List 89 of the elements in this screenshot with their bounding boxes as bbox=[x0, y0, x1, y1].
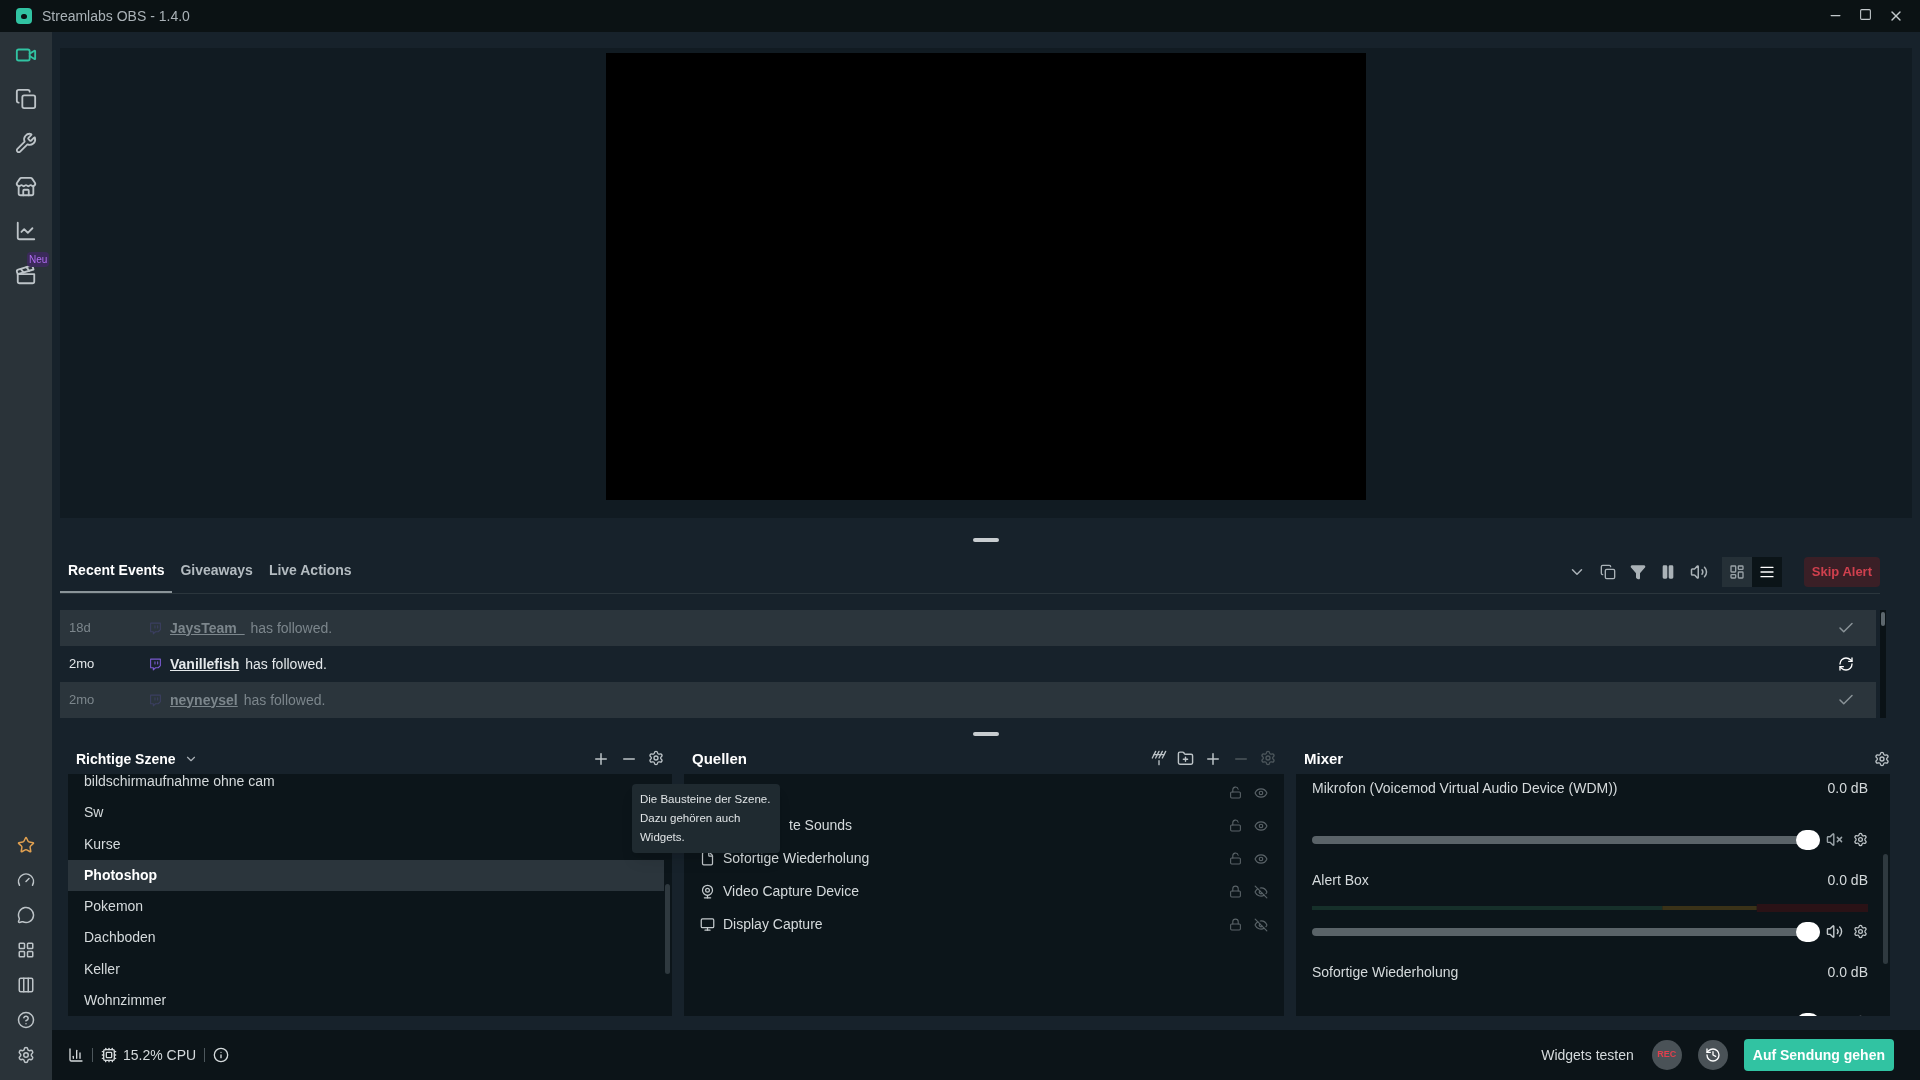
help-icon[interactable] bbox=[17, 1011, 35, 1029]
twitch-icon bbox=[149, 693, 162, 707]
add-icon[interactable] bbox=[592, 750, 610, 768]
cpu-usage: 15.2% CPU bbox=[123, 1045, 197, 1065]
wrench-icon[interactable] bbox=[15, 132, 37, 154]
scene-item[interactable]: Photoshop bbox=[68, 859, 664, 891]
new-badge: Neu bbox=[27, 252, 50, 267]
eye-off-icon[interactable] bbox=[1254, 884, 1268, 899]
scene-item[interactable]: Dachboden bbox=[68, 922, 664, 954]
panel-title: Quellen bbox=[692, 748, 747, 769]
monitor-icon bbox=[700, 917, 715, 932]
antenna-icon[interactable] bbox=[1151, 750, 1167, 766]
info-icon[interactable] bbox=[213, 1047, 230, 1063]
source-name[interactable]: Video Capture Device bbox=[723, 881, 859, 902]
scrollbar-thumb[interactable] bbox=[1883, 854, 1888, 964]
event-text: has followed. bbox=[245, 654, 327, 674]
store-icon[interactable] bbox=[15, 176, 37, 198]
card-view-button[interactable] bbox=[1721, 556, 1752, 587]
event-time: 18d bbox=[69, 619, 92, 638]
channel-reading: 0.0 dB bbox=[1827, 779, 1868, 798]
star-icon[interactable] bbox=[17, 836, 35, 854]
unlock-icon[interactable] bbox=[1229, 819, 1242, 832]
event-time: 2mo bbox=[69, 691, 96, 710]
file-icon bbox=[700, 851, 715, 866]
volume-slider-thumb[interactable] bbox=[1796, 921, 1820, 942]
history-icon bbox=[1704, 1047, 1721, 1063]
eye-icon[interactable] bbox=[1254, 851, 1268, 866]
dashboard-icon bbox=[1728, 563, 1745, 580]
resize-handle[interactable] bbox=[973, 732, 999, 736]
resize-handle[interactable] bbox=[973, 538, 999, 542]
gauge-icon[interactable] bbox=[17, 871, 35, 889]
columns-icon[interactable] bbox=[17, 976, 35, 994]
volume-slider-thumb[interactable] bbox=[1796, 829, 1820, 850]
unlock-icon[interactable] bbox=[1229, 852, 1242, 865]
test-widgets-button[interactable]: Widgets testen bbox=[1541, 1044, 1634, 1066]
lock-icon[interactable] bbox=[1229, 885, 1242, 898]
source-name[interactable]: Display Capture bbox=[723, 914, 823, 935]
filter-icon[interactable] bbox=[1629, 563, 1646, 580]
chat-icon[interactable] bbox=[17, 906, 35, 924]
add-icon[interactable] bbox=[1204, 750, 1222, 768]
channel-reading: 0.0 dB bbox=[1827, 871, 1868, 890]
channel-name: Mikrofon (Voicemod Virtual Audio Device (WDM)) bbox=[1312, 779, 1618, 798]
source-name[interactable]: te Sounds bbox=[789, 815, 853, 836]
settings-icon[interactable] bbox=[1874, 751, 1890, 767]
eye-icon[interactable] bbox=[1254, 818, 1268, 833]
maximize-icon[interactable] bbox=[1859, 8, 1872, 21]
channel-name: Sofortige Wiederholung bbox=[1312, 963, 1459, 982]
window-title: Streamlabs OBS - 1.4.0 bbox=[42, 6, 190, 26]
list-view-button[interactable] bbox=[1751, 556, 1782, 587]
scene-item[interactable]: Pokemon bbox=[68, 891, 664, 923]
scene-item[interactable]: Keller bbox=[68, 953, 664, 985]
repeat-icon[interactable] bbox=[1838, 656, 1854, 672]
app-logo-icon bbox=[16, 8, 32, 24]
scrollbar-thumb[interactable] bbox=[665, 884, 670, 974]
line-chart-icon[interactable] bbox=[15, 220, 37, 242]
eye-off-icon[interactable] bbox=[1254, 917, 1268, 932]
speaker-icon[interactable] bbox=[1689, 562, 1708, 581]
channel-name: Alert Box bbox=[1312, 871, 1369, 890]
speaker-icon[interactable] bbox=[1826, 923, 1843, 940]
eye-icon[interactable] bbox=[1254, 785, 1268, 800]
lock-icon[interactable] bbox=[1229, 918, 1242, 931]
event-tab[interactable]: Live Actions bbox=[260, 550, 360, 593]
settings-icon[interactable] bbox=[17, 1046, 35, 1064]
stats-icon[interactable] bbox=[68, 1047, 84, 1063]
tooltip: Die Bausteine der Szene. Dazu gehören auch Widgets. bbox=[632, 784, 780, 853]
panel-title: Mixer bbox=[1304, 748, 1344, 769]
webcam-icon bbox=[700, 884, 715, 899]
copy-icon[interactable] bbox=[1599, 563, 1616, 580]
muted-speaker-icon[interactable] bbox=[1826, 831, 1843, 848]
clapperboard-icon[interactable] bbox=[15, 264, 37, 286]
event-text: has followed. bbox=[250, 618, 333, 638]
folder-plus-icon[interactable] bbox=[1177, 750, 1194, 767]
event-tab[interactable]: Recent Events bbox=[60, 550, 173, 593]
twitch-icon bbox=[149, 657, 162, 671]
scrollbar-thumb[interactable] bbox=[1881, 612, 1885, 626]
event-text: has followed. bbox=[243, 690, 326, 710]
grid-icon[interactable] bbox=[17, 941, 35, 959]
user-link[interactable]: Vanillefish bbox=[170, 653, 240, 675]
replay-button[interactable] bbox=[1697, 1040, 1728, 1070]
scene-collection-title[interactable]: Richtige Szene bbox=[76, 748, 176, 770]
event-tab[interactable]: Giveaways bbox=[172, 550, 261, 593]
settings-icon[interactable] bbox=[648, 750, 664, 766]
twitch-icon bbox=[149, 621, 162, 635]
event-time: 2mo bbox=[69, 655, 96, 674]
scene-item[interactable]: Wohnzimmer bbox=[68, 984, 664, 1016]
unlock-icon[interactable] bbox=[1229, 786, 1242, 799]
channel-reading: 0.0 dB bbox=[1827, 963, 1868, 982]
copy-icon[interactable] bbox=[15, 88, 37, 110]
cpu-icon bbox=[101, 1047, 117, 1063]
